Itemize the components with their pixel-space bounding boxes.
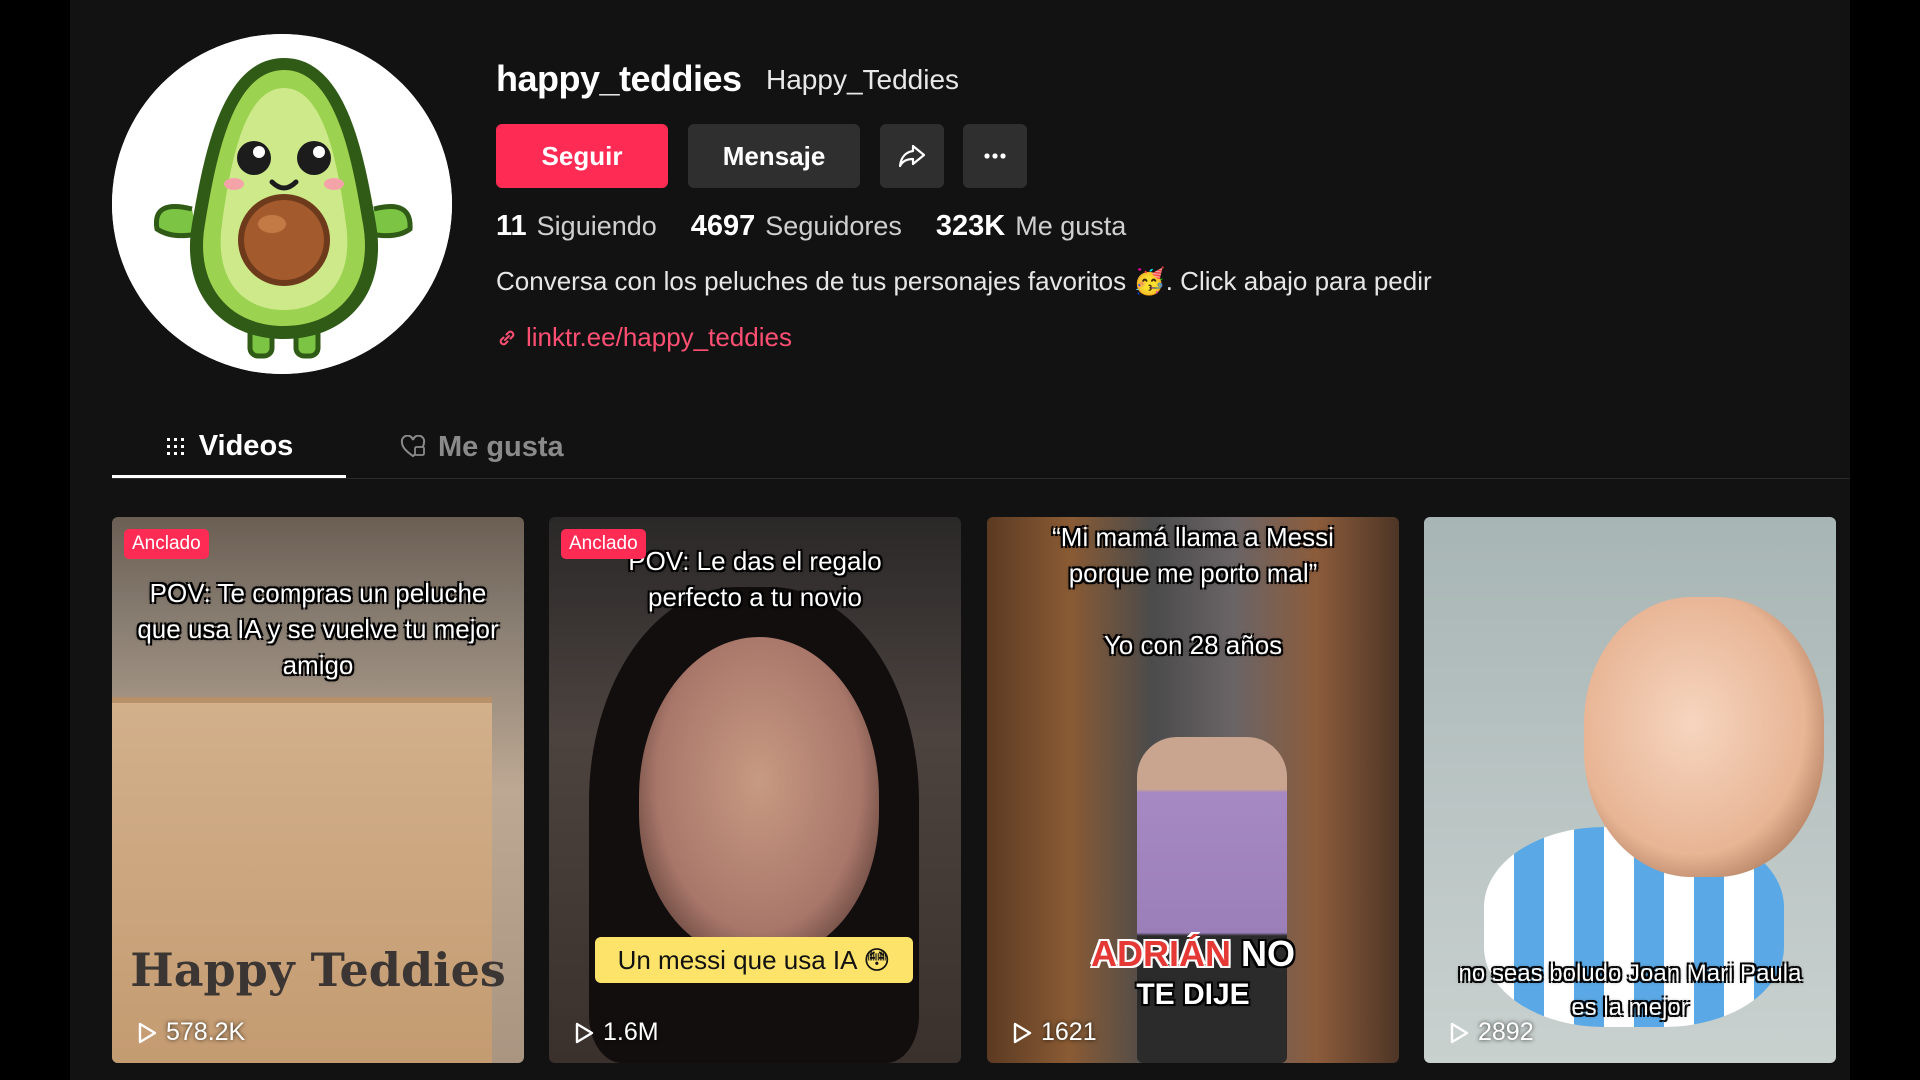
stat-value: 4697 [690, 210, 756, 242]
view-count-value: 1.6M [603, 1018, 659, 1046]
avocado-avatar-icon [112, 34, 452, 374]
video-card[interactable]: “Mi mamá llama a Messi porque me porto m… [987, 517, 1399, 1063]
video-thumbnail [1137, 737, 1287, 1063]
stat-following[interactable]: 11 Siguiendo [496, 210, 657, 243]
follow-button[interactable]: Seguir [496, 124, 668, 188]
play-icon [138, 1022, 157, 1043]
video-thumbnail [112, 697, 492, 1063]
view-count-value: 2892 [1478, 1018, 1534, 1046]
tab-likes[interactable]: Me gusta [400, 418, 564, 476]
grid-icon [166, 437, 184, 455]
profile-nickname: Happy_Teddies [766, 64, 960, 95]
stat-label: Me gusta [1015, 211, 1127, 241]
stat-label: Siguiendo [536, 211, 657, 241]
profile-link-text: linktr.ee/happy_teddies [526, 322, 792, 352]
view-count: 578.2K [136, 1018, 245, 1047]
stat-value: 11 [496, 210, 527, 242]
video-overlay-text: Happy Teddies [130, 943, 506, 997]
video-overlay-text: Un messi que usa IA 😳 [595, 937, 913, 983]
video-thumbnail-face [1584, 597, 1824, 877]
video-caption: “Mi mamá llama a Messi porque me porto m… [1052, 522, 1334, 588]
video-thumbnail-face [639, 637, 879, 957]
stat-label: Seguidores [765, 211, 902, 241]
pinned-badge: Anclado [561, 529, 646, 559]
video-card[interactable]: no seas boludo Joan Mari Paula es la mej… [1424, 517, 1836, 1063]
view-count: 1.6M [573, 1018, 659, 1047]
view-count-value: 1621 [1041, 1018, 1097, 1046]
play-icon [1013, 1022, 1032, 1043]
view-count: 1621 [1011, 1018, 1097, 1047]
pinned-badge: Anclado [124, 529, 209, 559]
profile-bio: Conversa con los peluches de tus persona… [496, 266, 1432, 296]
tab-likes-label: Me gusta [438, 430, 564, 463]
message-button[interactable]: Mensaje [688, 124, 860, 188]
video-caption: no seas boludo Joan Mari Paula es la mej… [1458, 960, 1802, 1021]
profile-handle: happy_teddies [496, 58, 742, 99]
stat-followers[interactable]: 4697 Seguidores [691, 210, 902, 243]
video-overlay-text: ADRIÁN NO [987, 933, 1399, 975]
heart-lock-icon [400, 435, 426, 458]
stat-value: 323K [935, 210, 1006, 242]
more-options-button[interactable] [963, 124, 1027, 188]
link-icon [499, 330, 515, 345]
view-count: 2892 [1448, 1018, 1534, 1047]
profile-link[interactable]: linktr.ee/happy_teddies [496, 322, 792, 353]
share-icon [898, 144, 926, 168]
play-icon [1450, 1022, 1469, 1043]
share-button[interactable] [880, 124, 944, 188]
profile-tabs: Videos Me gusta [112, 418, 1850, 479]
play-icon [575, 1022, 594, 1043]
overlay-white-word: NO [1241, 933, 1295, 974]
tab-videos[interactable]: Videos [112, 418, 346, 478]
tab-videos-label: Videos [198, 430, 294, 462]
video-subcaption: Yo con 28 años [1103, 630, 1283, 660]
avatar[interactable] [112, 34, 452, 374]
video-overlay-line2: TE DIJE [1136, 978, 1250, 1011]
overlay-red-word: ADRIÁN [1090, 933, 1231, 974]
video-caption: POV: Te compras un peluche que usa IA y … [137, 578, 499, 680]
profile-stats: 11 Siguiendo 4697 Seguidores 323K Me gusta [496, 210, 1126, 243]
video-card[interactable]: Anclado POV: Te compras un peluche que u… [112, 517, 524, 1063]
view-count-value: 578.2K [166, 1018, 246, 1046]
more-icon [984, 153, 1006, 159]
stat-likes: 323K Me gusta [936, 210, 1126, 243]
video-card[interactable]: Anclado POV: Le das el regalo perfecto a… [549, 517, 961, 1063]
